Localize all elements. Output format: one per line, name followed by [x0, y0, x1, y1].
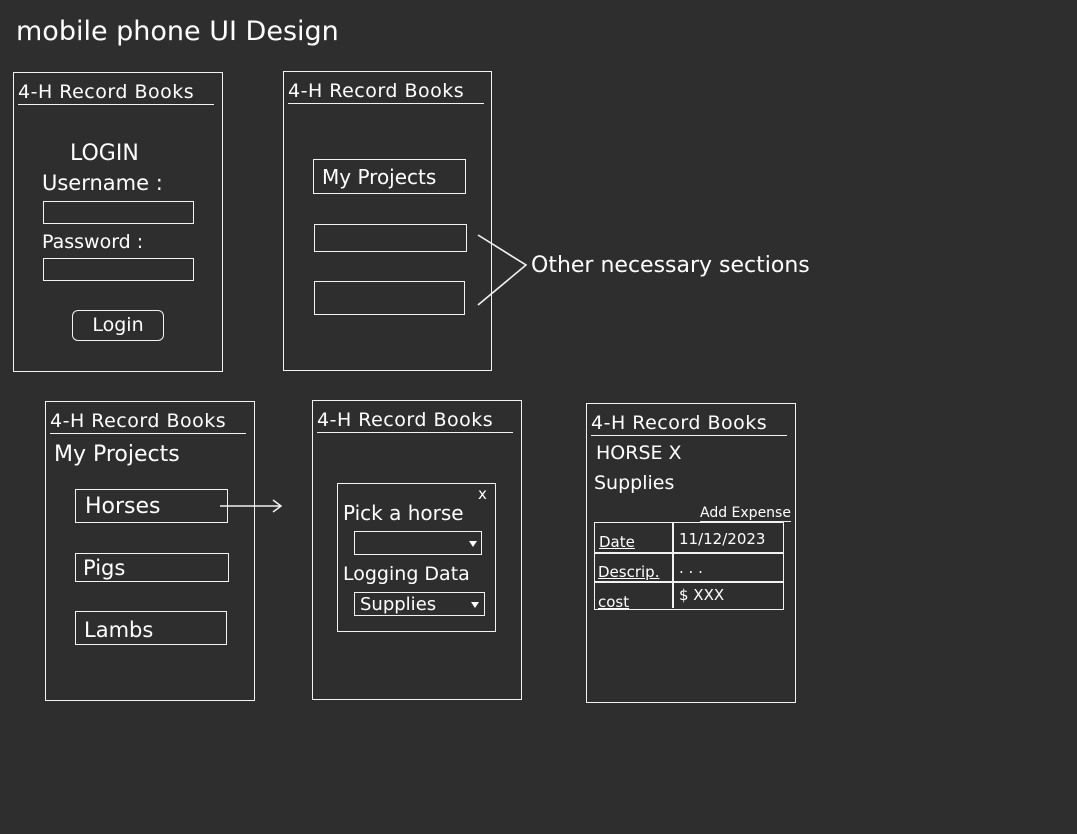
bracket-arrow-icon: [477, 234, 528, 306]
horse-select[interactable]: [354, 531, 482, 555]
section-placeholder-2[interactable]: [314, 281, 465, 315]
app-title: 4-H Record Books: [317, 409, 513, 433]
password-label: Password :: [42, 231, 144, 253]
logging-data-select[interactable]: Supplies: [354, 592, 485, 616]
table-row-value: $ XXX: [679, 586, 725, 604]
login-screen: 4-H Record Books LOGIN Username : Passwo…: [13, 72, 223, 372]
add-expense-link[interactable]: Add Expense: [700, 505, 791, 522]
projects-heading: My Projects: [54, 442, 180, 467]
app-title: 4-H Record Books: [50, 410, 246, 434]
my-projects-button[interactable]: My Projects: [313, 159, 466, 194]
project-item-pigs[interactable]: Pigs: [75, 553, 229, 582]
table-divider: [595, 581, 783, 583]
logging-data-label: Logging Data: [343, 563, 470, 585]
section-placeholder-1[interactable]: [314, 224, 467, 252]
picker-screen: 4-H Record Books x Pick a horse Logging …: [312, 400, 522, 700]
username-label: Username :: [42, 171, 163, 195]
logging-data-value: Supplies: [360, 594, 437, 615]
chevron-down-icon: [469, 541, 477, 547]
table-row-value: . . .: [679, 559, 703, 577]
supplies-heading: Supplies: [594, 472, 675, 494]
app-title: 4-H Record Books: [288, 80, 484, 104]
app-title: 4-H Record Books: [591, 412, 787, 436]
table-divider: [672, 523, 674, 608]
table-row-label: cost: [598, 593, 630, 611]
project-item-lambs: Lambs: [75, 611, 227, 645]
login-button[interactable]: Login: [72, 310, 164, 341]
annotation-text: Other necessary sections: [531, 253, 810, 278]
horse-heading: HORSE X: [596, 442, 682, 464]
table-row-label: Descrip.: [598, 563, 660, 581]
expense-table: Date 11/12/2023 Descrip. . . . cost $ XX…: [594, 522, 784, 611]
table-row-label: Date: [599, 533, 635, 551]
table-divider: [595, 552, 783, 554]
login-heading: LOGIN: [70, 141, 139, 166]
project-item-horses[interactable]: Horses: [75, 489, 228, 523]
pick-horse-label: Pick a horse: [343, 501, 464, 525]
chevron-down-icon: [471, 602, 479, 608]
projects-screen: 4-H Record Books My Projects Horses Pigs…: [45, 401, 255, 701]
table-row-value: 11/12/2023: [679, 530, 766, 548]
picker-dialog: x Pick a horse Logging Data Supplies: [337, 483, 496, 632]
password-field[interactable]: [43, 258, 194, 281]
page-title: mobile phone UI Design: [16, 16, 339, 47]
home-screen: 4-H Record Books My Projects: [283, 71, 492, 371]
right-arrow-icon: [220, 499, 283, 513]
detail-screen: 4-H Record Books HORSE X Supplies Add Ex…: [586, 403, 796, 703]
close-icon[interactable]: x: [478, 485, 487, 503]
username-field[interactable]: [43, 201, 194, 224]
app-title: 4-H Record Books: [18, 81, 214, 105]
